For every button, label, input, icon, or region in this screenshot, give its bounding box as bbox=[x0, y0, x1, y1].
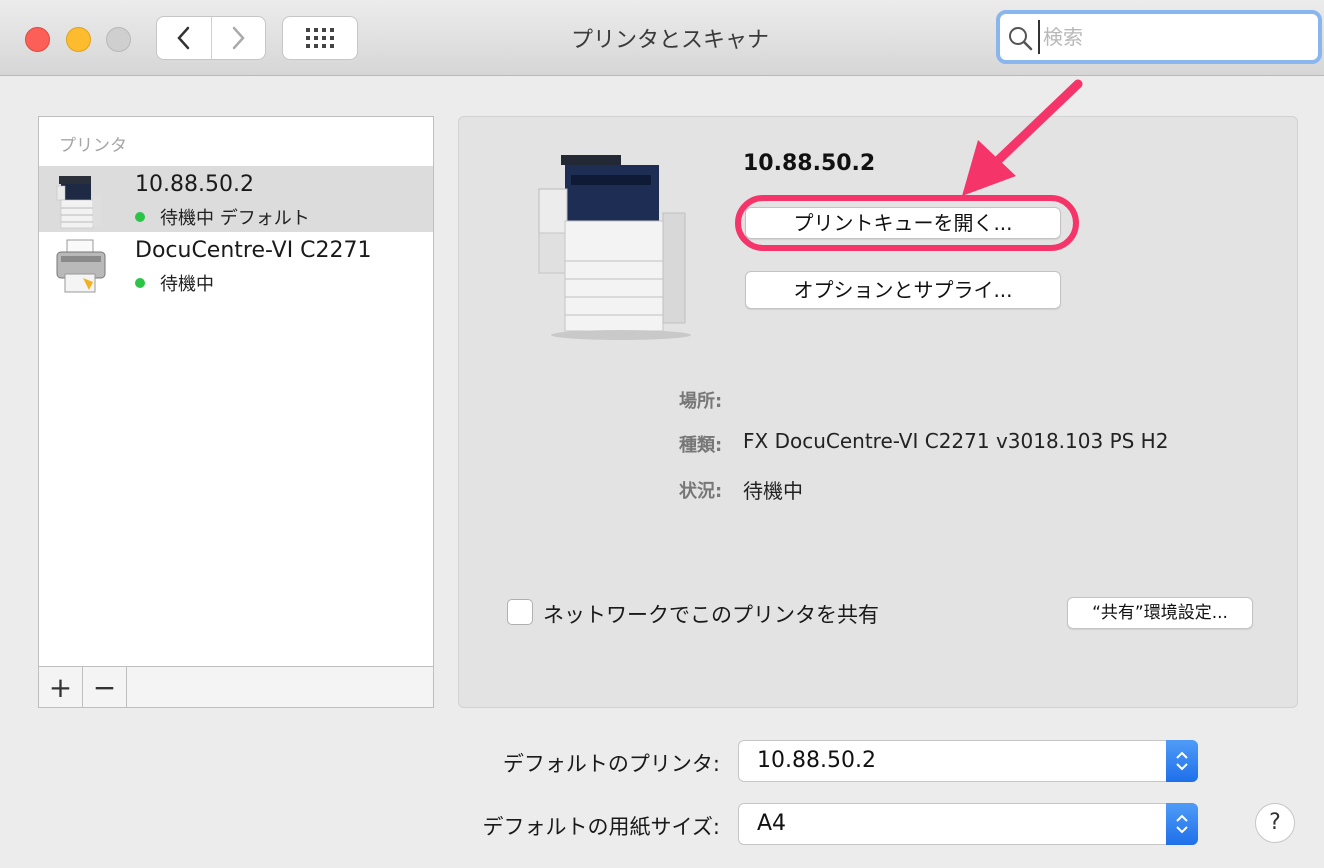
printer-list-header: プリンタ bbox=[59, 136, 127, 156]
zoom-window-button[interactable] bbox=[106, 27, 131, 52]
share-printer-checkbox[interactable] bbox=[507, 599, 533, 625]
printer-row-selected[interactable]: 10.88.50.2 待機中 デフォルト bbox=[39, 166, 433, 232]
window-title: プリンタとスキャナ bbox=[570, 28, 769, 53]
printer-detail-panel: 10.88.50.2 プリントキューを開く... オプションとサプライ... 場… bbox=[458, 116, 1298, 708]
popup-arrows-icon bbox=[1166, 740, 1198, 782]
default-printer-label: デフォルトのプリンタ: bbox=[502, 752, 720, 776]
list-toolbar: + − bbox=[38, 666, 434, 708]
printer-status: 待機中 bbox=[135, 270, 214, 296]
location-label: 場所: bbox=[679, 391, 723, 412]
remove-printer-button[interactable]: − bbox=[83, 667, 127, 707]
minimize-window-button[interactable] bbox=[66, 27, 91, 52]
printer-detail-name: 10.88.50.2 bbox=[743, 151, 876, 176]
search-icon bbox=[1009, 27, 1033, 51]
title-bar: プリンタとスキャナ bbox=[0, 0, 1324, 76]
chevron-right-icon bbox=[233, 26, 246, 50]
forward-button[interactable] bbox=[210, 17, 265, 59]
printer-icon bbox=[56, 239, 106, 293]
open-print-queue-button[interactable]: プリントキューを開く... bbox=[745, 207, 1061, 239]
share-printer-label: ネットワークでこのプリンタを共有 bbox=[543, 603, 879, 627]
printer-name: 10.88.50.2 bbox=[135, 172, 254, 197]
add-printer-button[interactable]: + bbox=[39, 667, 83, 707]
help-button[interactable]: ? bbox=[1255, 803, 1295, 843]
default-paper-value: A4 bbox=[757, 811, 787, 836]
printer-image bbox=[538, 155, 691, 340]
default-paper-label: デフォルトの用紙サイズ: bbox=[482, 815, 720, 839]
sharing-preferences-button[interactable]: “共有”環境設定... bbox=[1067, 597, 1253, 629]
close-window-button[interactable] bbox=[25, 27, 50, 52]
printer-status-text: 待機中 bbox=[160, 274, 214, 295]
chevron-left-icon bbox=[177, 26, 190, 50]
printer-list: プリンタ 10.88.50.2 待機中 デフォルト DocuCentre-VI … bbox=[38, 116, 434, 667]
status-dot bbox=[135, 278, 145, 288]
printer-row[interactable]: DocuCentre-VI C2271 待機中 bbox=[39, 232, 433, 298]
search-input[interactable] bbox=[1038, 20, 1308, 54]
nav-button-group bbox=[156, 16, 266, 60]
status-value: 待機中 bbox=[743, 479, 803, 503]
kind-label: 種類: bbox=[679, 435, 723, 456]
show-all-button[interactable] bbox=[282, 16, 358, 60]
printer-status: 待機中 デフォルト bbox=[135, 204, 310, 230]
default-paper-popup[interactable]: A4 bbox=[738, 803, 1198, 845]
status-label: 状況: bbox=[679, 481, 723, 502]
options-supplies-button[interactable]: オプションとサプライ... bbox=[745, 271, 1061, 309]
multifunction-printer-icon bbox=[56, 176, 101, 229]
search-field[interactable] bbox=[996, 10, 1322, 64]
default-printer-popup[interactable]: 10.88.50.2 bbox=[738, 740, 1198, 782]
back-button[interactable] bbox=[157, 17, 211, 59]
kind-value: FX DocuCentre-VI C2271 v3018.103 PS H2 bbox=[743, 429, 1169, 453]
printer-status-text: 待機中 デフォルト bbox=[160, 208, 310, 229]
printer-name: DocuCentre-VI C2271 bbox=[135, 238, 372, 263]
grid-icon bbox=[306, 28, 334, 48]
default-printer-value: 10.88.50.2 bbox=[757, 748, 876, 773]
status-dot bbox=[135, 212, 145, 222]
popup-arrows-icon bbox=[1166, 803, 1198, 845]
